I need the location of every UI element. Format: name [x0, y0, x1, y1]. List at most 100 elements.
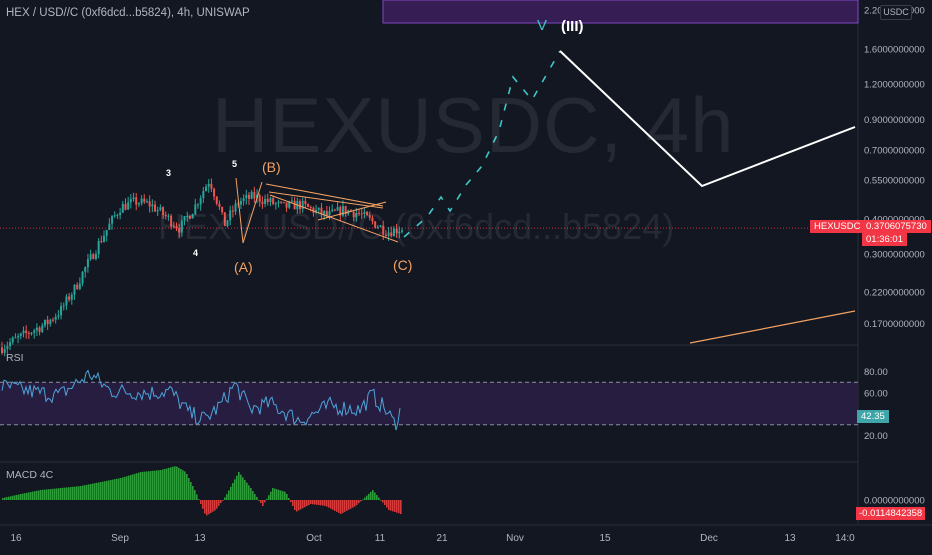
macd-histogram-bar: [20, 494, 22, 500]
candle-body: [199, 198, 202, 205]
candle-body: [97, 240, 100, 255]
candle-body: [103, 235, 106, 242]
macd-histogram-bar: [274, 488, 276, 500]
price-symbol-tag: HEXUSDC: [810, 220, 865, 233]
macd-histogram-bar: [172, 466, 174, 500]
macd-histogram-bar: [378, 497, 380, 500]
macd-histogram-bar: [196, 494, 198, 500]
candle-body: [202, 191, 205, 199]
macd-histogram-bar: [82, 485, 84, 500]
orange-trend-line: [689, 310, 856, 344]
macd-histogram-bar: [374, 492, 376, 500]
macd-histogram-bar: [366, 495, 368, 500]
candle-body: [46, 319, 49, 325]
time-axis-label: Sep: [111, 533, 129, 544]
macd-histogram-bar: [324, 500, 326, 506]
candle-body: [92, 254, 95, 259]
macd-histogram-bar: [240, 474, 242, 500]
macd-histogram-bar: [326, 500, 328, 507]
macd-histogram-bar: [126, 476, 128, 500]
macd-histogram-bar: [58, 488, 60, 500]
macd-histogram-bar: [224, 497, 226, 500]
symbol-header[interactable]: HEX / USD//C (0xf6dcd...b5824), 4h, UNIS…: [6, 7, 250, 19]
candle-body: [9, 342, 12, 347]
macd-histogram-bar: [238, 472, 240, 500]
candle-body: [89, 254, 92, 260]
currency-button[interactable]: USDC: [880, 5, 912, 20]
candle-body: [266, 198, 269, 202]
macd-histogram-bar: [184, 471, 186, 500]
candle-body: [250, 192, 253, 199]
candle-body: [33, 330, 36, 333]
candle-body: [38, 327, 41, 332]
macd-histogram-bar: [78, 486, 80, 500]
macd-histogram-bar: [54, 488, 56, 500]
wave-label-c: (C): [393, 257, 412, 273]
candle-body: [242, 198, 245, 202]
macd-histogram-bar: [266, 498, 268, 500]
rsi-pane-label[interactable]: RSI: [6, 352, 24, 364]
price-scale-label: 0.1700000000: [864, 319, 925, 330]
symbol-name[interactable]: HEX / USD//C (0xf6dcd...b5824): [6, 7, 171, 19]
macd-histogram-bar: [102, 481, 104, 500]
macd-histogram-bar: [278, 489, 280, 500]
macd-histogram-bar: [202, 500, 204, 509]
macd-histogram-bar: [52, 488, 54, 500]
macd-histogram-bar: [116, 478, 118, 500]
macd-histogram-bar: [48, 489, 50, 500]
symbol-interval[interactable]: 4h: [177, 7, 190, 19]
macd-histogram-bar: [124, 476, 126, 500]
macd-histogram-bar: [348, 500, 350, 510]
price-scale-label: 0.5500000000: [864, 175, 925, 186]
macd-histogram-bar: [358, 500, 360, 504]
macd-histogram-bar: [146, 471, 148, 500]
macd-histogram-bar: [12, 495, 14, 500]
candle-body: [207, 183, 210, 187]
macd-histogram-bar: [32, 491, 34, 500]
macd-histogram-bar: [144, 471, 146, 500]
candle-body: [264, 198, 267, 204]
candle-body: [14, 337, 17, 339]
macd-histogram-bar: [104, 481, 106, 500]
macd-histogram-bar: [272, 488, 274, 500]
macd-histogram-bar: [166, 468, 168, 500]
macd-histogram-bar: [214, 500, 216, 511]
candle-body: [135, 197, 138, 205]
candle-body: [140, 198, 143, 204]
macd-scale-label: 0.0000000000: [864, 496, 925, 507]
macd-histogram-bar: [110, 480, 112, 500]
macd-histogram-bar: [26, 492, 28, 500]
macd-histogram-bar: [130, 475, 132, 500]
macd-histogram-bar: [64, 487, 66, 500]
macd-histogram-bar: [244, 480, 246, 500]
macd-histogram-bar: [356, 500, 358, 506]
macd-histogram-bar: [248, 485, 250, 500]
macd-histogram-bar: [396, 500, 398, 513]
macd-histogram-bar: [186, 474, 188, 500]
macd-histogram-bar: [270, 491, 272, 500]
macd-histogram-bar: [268, 495, 270, 500]
macd-pane-label[interactable]: MACD 4C: [6, 469, 53, 481]
macd-histogram-bar: [112, 479, 114, 500]
macd-histogram-bar: [114, 479, 116, 500]
macd-histogram-bar: [74, 486, 76, 500]
macd-histogram-bar: [236, 475, 238, 500]
candle-body: [1, 347, 3, 353]
candle-body: [277, 201, 280, 204]
macd-histogram-bar: [160, 470, 162, 500]
macd-histogram-bar: [250, 488, 252, 500]
price-scale-label: 0.3000000000: [864, 250, 925, 261]
macd-histogram-bar: [86, 484, 88, 500]
candle-body: [30, 332, 33, 334]
candle-body: [124, 203, 127, 210]
candle-body: [35, 327, 38, 331]
price-scale-label: 0.9000000000: [864, 115, 925, 126]
rsi-scale-label: 60.00: [864, 388, 888, 399]
macd-histogram-bar: [206, 500, 208, 516]
candle-body: [261, 201, 264, 204]
macd-histogram-bar: [152, 470, 154, 500]
macd-histogram-bar: [382, 500, 384, 503]
macd-histogram-bar: [212, 500, 214, 512]
macd-histogram-bar: [360, 500, 362, 502]
macd-histogram-bar: [24, 493, 26, 500]
